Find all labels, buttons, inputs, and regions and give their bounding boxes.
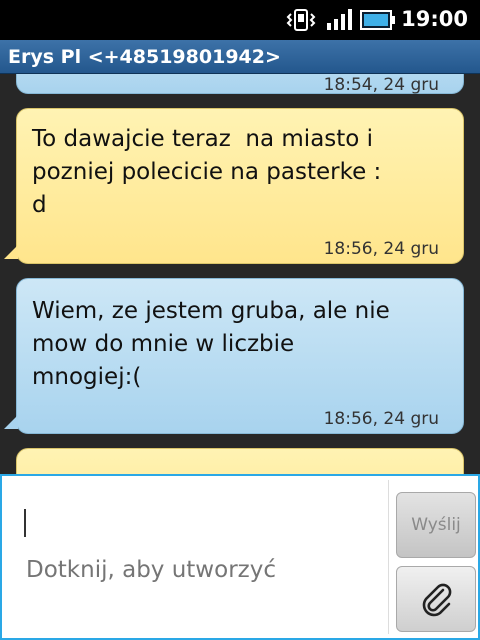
message-timestamp: 18:54, 24 gru bbox=[323, 75, 439, 95]
conversation-title: Erys Pl <+48519801942> bbox=[0, 40, 480, 74]
message-timestamp: 18:56, 24 gru bbox=[323, 409, 439, 429]
message-text: Wiem, ze jestem gruba, ale nie mow do mn… bbox=[32, 298, 390, 390]
message-bubble-received[interactable]: Wiem, ze jestem gruba, ale nie mow do mn… bbox=[4, 278, 464, 434]
signal-icon bbox=[326, 7, 356, 35]
divider bbox=[388, 480, 389, 634]
text-cursor bbox=[24, 509, 26, 537]
message-bubble-sent[interactable]: To dawajcie teraz na miasto i pozniej po… bbox=[4, 108, 464, 264]
message-bubble-received[interactable]: 18:54, 24 gru bbox=[16, 74, 464, 95]
message-input[interactable] bbox=[6, 480, 384, 630]
compose-area: Wyślij bbox=[0, 474, 480, 640]
clock: 19:00 bbox=[401, 7, 468, 31]
message-list[interactable]: 18:54, 24 gru To dawajcie teraz na miast… bbox=[0, 74, 480, 474]
message-bubble-sent[interactable] bbox=[16, 448, 464, 474]
message-text: To dawajcie teraz na miasto i pozniej po… bbox=[32, 126, 382, 218]
message-timestamp: 18:56, 24 gru bbox=[323, 239, 439, 259]
battery-icon bbox=[360, 9, 396, 35]
bubble-tail bbox=[4, 245, 18, 259]
status-bar: 19:00 bbox=[0, 0, 480, 40]
send-button[interactable]: Wyślij bbox=[396, 492, 476, 558]
bubble-tail bbox=[4, 415, 18, 429]
vibrate-icon bbox=[286, 8, 316, 36]
attach-button[interactable] bbox=[396, 566, 476, 632]
paperclip-icon bbox=[422, 583, 452, 617]
